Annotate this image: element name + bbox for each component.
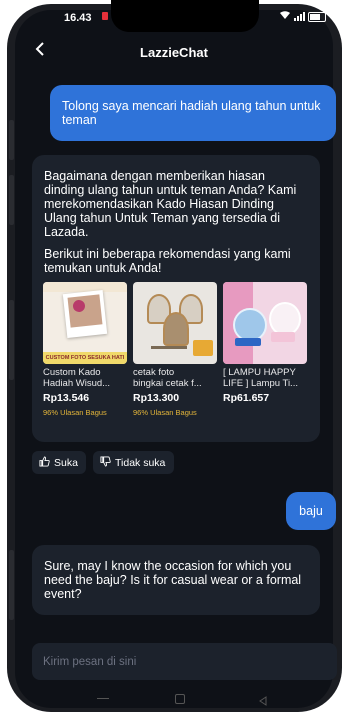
product-price: Rp13.546 [43, 392, 90, 404]
bot-message-intro: Bagaimana dengan memberikan hiasan dindi… [44, 169, 297, 239]
thumbs-down-icon [100, 455, 111, 470]
user-message: Tolong saya mencari hadiah ulang tahun u… [50, 85, 336, 141]
phone-side-button [9, 120, 14, 160]
product-name: Custom Kado Hadiah Wisud... [43, 367, 111, 389]
page-title: LazzieChat [140, 45, 208, 60]
product-image [223, 282, 307, 364]
phone-side-button [9, 300, 14, 380]
product-image [133, 282, 217, 364]
camera-notch [111, 0, 259, 32]
home-icon[interactable] [175, 694, 185, 704]
battery-icon [308, 11, 326, 22]
user-message-text: baju [299, 504, 323, 518]
back-icon[interactable] [259, 693, 267, 711]
notification-icon [102, 12, 108, 20]
message-input-placeholder: Kirim pesan di sini [43, 655, 137, 668]
product-image: CUSTOM FOTO SESUKA HATI [43, 282, 127, 364]
dislike-label: Tidak suka [115, 456, 166, 469]
user-message: baju [286, 492, 336, 530]
product-rating: 96% Ulasan Bagus [43, 408, 107, 417]
system-nav-bar [15, 688, 333, 712]
bot-message-text: Sure, may I know the occasion for which … [44, 559, 302, 601]
product-card[interactable]: cetak foto bingkai cetak f... Rp13.300 9… [133, 282, 217, 417]
like-button[interactable]: Suka [32, 451, 86, 474]
dislike-button[interactable]: Tidak suka [93, 451, 174, 474]
wifi-icon [279, 11, 291, 22]
product-price: Rp13.300 [133, 392, 180, 404]
like-label: Suka [54, 456, 78, 469]
menu-icon[interactable] [97, 698, 109, 699]
product-image-caption: CUSTOM FOTO SESUKA HATI [45, 355, 125, 361]
product-card[interactable]: [ LAMPU HAPPY LIFE ] Lampu Ti... Rp61.65… [223, 282, 307, 408]
bot-message-followup: Berikut ini beberapa rekomendasi yang ka… [44, 247, 291, 275]
product-name: cetak foto bingkai cetak f... [133, 367, 202, 389]
signal-icon [294, 12, 305, 21]
status-time: 16.43 [64, 12, 92, 24]
thumbs-up-icon [39, 455, 50, 470]
product-rating: 96% Ulasan Bagus [133, 408, 197, 417]
status-icons [279, 11, 326, 22]
product-card[interactable]: CUSTOM FOTO SESUKA HATI Custom Kado Hadi… [43, 282, 127, 417]
message-input[interactable]: Kirim pesan di sini [32, 643, 337, 680]
phone-side-button [9, 550, 14, 620]
phone-side-button [9, 175, 14, 225]
product-price: Rp61.657 [223, 392, 270, 404]
user-message-text: Tolong saya mencari hadiah ulang tahun u… [62, 99, 321, 127]
bot-message: Sure, may I know the occasion for which … [32, 545, 320, 615]
product-name: [ LAMPU HAPPY LIFE ] Lampu Ti... [223, 367, 298, 389]
